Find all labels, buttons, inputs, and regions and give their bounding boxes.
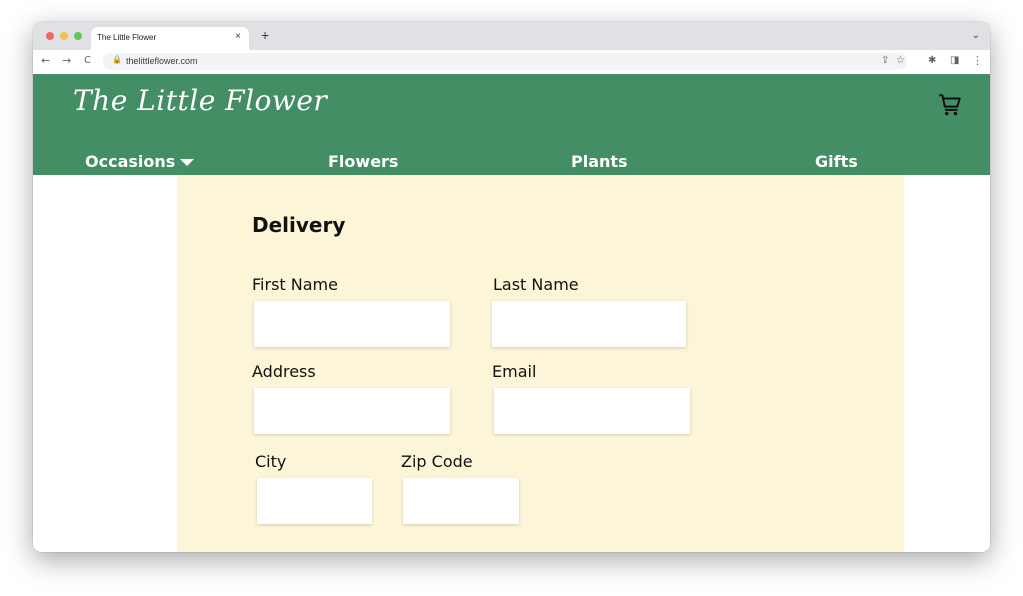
extensions-icon[interactable]: ✱ <box>928 54 936 68</box>
nav-flowers[interactable]: Flowers <box>328 152 398 171</box>
url-text[interactable]: thelittleflower.com <box>126 56 198 66</box>
tab-title: The Little Flower <box>97 33 157 42</box>
nav-gifts[interactable]: Gifts <box>815 152 858 171</box>
delivery-heading: Delivery <box>252 213 346 237</box>
delivery-form-panel: Delivery First Name Last Name Address Em… <box>177 175 904 552</box>
caret-down-icon <box>180 159 195 166</box>
first-name-input[interactable] <box>254 301 450 347</box>
forward-icon[interactable]: → <box>62 54 71 68</box>
tab-search-icon[interactable]: ⌄ <box>972 30 980 41</box>
maximize-window-button[interactable] <box>74 32 82 40</box>
nav-occasions[interactable]: Occasions <box>85 152 195 171</box>
bookmark-star-icon[interactable]: ☆ <box>896 55 905 66</box>
nav-plants[interactable]: Plants <box>571 152 628 171</box>
city-input[interactable] <box>257 478 372 524</box>
reload-icon[interactable]: C <box>84 54 91 68</box>
tab-strip: The Little Flower × + ⌄ <box>33 22 990 50</box>
address-bar[interactable]: 🔒 thelittleflower.com ⇪ ☆ <box>103 53 907 70</box>
active-tab[interactable]: The Little Flower × <box>91 27 249 50</box>
side-panel-icon[interactable]: ◨ <box>950 54 959 68</box>
back-icon[interactable]: ← <box>41 54 50 68</box>
address-label: Address <box>252 362 316 381</box>
first-name-label: First Name <box>252 275 338 294</box>
close-window-button[interactable] <box>46 32 54 40</box>
new-tab-icon[interactable]: + <box>261 28 269 42</box>
email-input[interactable] <box>494 388 690 434</box>
zip-code-input[interactable] <box>403 478 519 524</box>
site-header: The Little Flower Occasions Flowers Plan… <box>33 74 990 175</box>
last-name-label: Last Name <box>493 275 579 294</box>
browser-menu-icon[interactable]: ⋮ <box>972 54 983 68</box>
city-label: City <box>255 452 287 471</box>
address-input[interactable] <box>254 388 450 434</box>
site-logo[interactable]: The Little Flower <box>73 84 327 117</box>
last-name-input[interactable] <box>492 301 686 347</box>
shopping-cart-icon[interactable] <box>937 92 963 118</box>
zip-code-label: Zip Code <box>401 452 473 471</box>
share-icon[interactable]: ⇪ <box>881 55 889 66</box>
tab-close-icon[interactable]: × <box>235 31 241 42</box>
nav-occasions-label: Occasions <box>85 152 176 171</box>
browser-toolbar: ← → C 🔒 thelittleflower.com ⇪ ☆ ✱ ◨ ⋮ <box>33 50 990 75</box>
browser-window: The Little Flower × + ⌄ ← → C 🔒 thelittl… <box>33 22 990 552</box>
email-label: Email <box>492 362 537 381</box>
lock-icon: 🔒 <box>112 55 122 64</box>
minimize-window-button[interactable] <box>60 32 68 40</box>
